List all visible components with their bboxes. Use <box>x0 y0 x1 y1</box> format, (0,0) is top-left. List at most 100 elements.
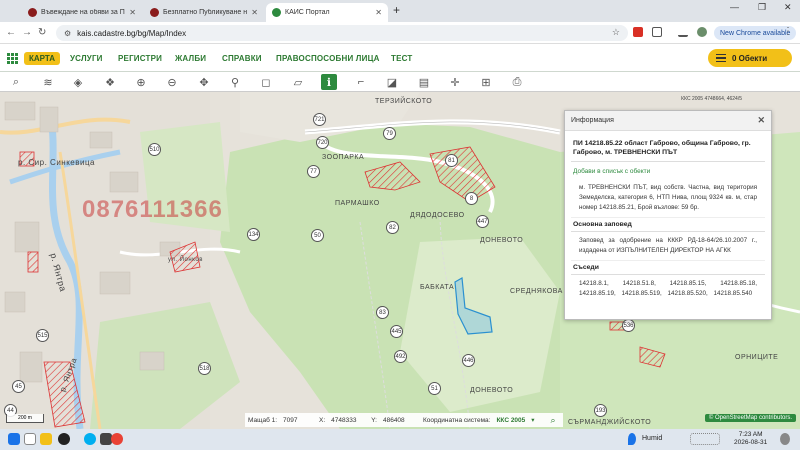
parcel-number: 82 <box>386 221 399 234</box>
select-area-icon[interactable]: ◻ <box>258 74 274 90</box>
extension-red-icon[interactable] <box>633 27 643 37</box>
url-text[interactable]: kais.cadastre.bg/bg/Map/Index <box>77 29 186 38</box>
parcel-description: м. ТРЕВНЕНСКИ ПЪТ, вид собств. Частна, в… <box>579 184 757 211</box>
layers-stack-icon[interactable]: ◈ <box>70 74 86 90</box>
menu-pravosposobni-litsa[interactable]: ПРАВОСПОСОБНИ ЛИЦА <box>276 54 380 63</box>
map-label: ДОНЕВОТО <box>470 387 514 394</box>
extensions-puzzle-icon[interactable] <box>652 27 662 37</box>
tab-kais-portal[interactable]: КАИС Портал ✕ <box>266 3 388 22</box>
measure-icon[interactable]: ⌐ <box>353 74 369 90</box>
parcel-number: 134 <box>247 228 260 241</box>
menu-uslugi[interactable]: УСЛУГИ <box>70 54 103 63</box>
close-icon[interactable]: ✕ <box>129 8 136 17</box>
browser-tab-bar: Въвеждане на обяви за Продажба ✕ Безплат… <box>0 0 800 22</box>
close-window-icon[interactable]: ✕ <box>784 2 792 13</box>
add-to-objects-link[interactable]: Добави в списък с обекти <box>571 162 765 179</box>
menu-test[interactable]: ТЕСТ <box>391 54 413 63</box>
kais-favicon-icon <box>272 8 281 17</box>
tab-title: Безплатно Публикуване на Обяви <box>163 9 248 16</box>
select-polygon-icon[interactable]: ▱ <box>290 74 306 90</box>
restore-window-icon[interactable]: ❐ <box>758 2 766 13</box>
map-label: ПАРМАШКО <box>335 200 380 207</box>
search-icon[interactable] <box>24 433 36 445</box>
site-info-icon[interactable]: ⚙ <box>64 29 71 38</box>
zoom-in-icon[interactable]: ⊕ <box>133 74 149 90</box>
address-bar-row: ← → ↻ ⚙ kais.cadastre.bg/bg/Map/Index ☆ … <box>0 22 800 44</box>
neighbours-heading: Съседи <box>571 260 765 275</box>
neighbours-list: 14218.8.1, 14218.51.8, 14218.85.15, 1421… <box>579 280 757 297</box>
parcel-number: 77 <box>307 165 320 178</box>
parcel-number: 45 <box>12 380 25 393</box>
karta-button[interactable]: КАРТА <box>24 52 61 65</box>
parcel-number: 193 <box>594 404 607 417</box>
info-panel: Информация ✕ ПИ 14218.85.22 област Габро… <box>564 110 772 320</box>
layers-icon[interactable]: ≋ <box>40 74 56 90</box>
chrome-icon[interactable] <box>111 433 123 445</box>
weather-label[interactable]: Humid <box>642 435 662 442</box>
menu-zhalbi[interactable]: ЖАЛБИ <box>175 54 206 63</box>
tab-obyavi-prodazhba[interactable]: Въвеждане на обяви за Продажба ✕ <box>22 3 142 22</box>
skype-icon[interactable] <box>84 433 96 445</box>
file-explorer-icon[interactable] <box>40 433 52 445</box>
forward-arrow-icon[interactable]: → <box>22 27 32 38</box>
windows-start-icon[interactable] <box>8 433 20 445</box>
profile-avatar-icon[interactable] <box>697 27 707 37</box>
map-book-icon[interactable]: ▤ <box>416 74 432 90</box>
download-icon[interactable] <box>678 27 688 37</box>
reload-icon[interactable]: ↻ <box>38 27 46 38</box>
media-player-icon[interactable] <box>58 433 70 445</box>
parcel-number: 515 <box>36 329 49 342</box>
info-icon[interactable]: ℹ <box>321 74 337 90</box>
map-canvas[interactable]: ТЕРЗИЙСКОТО ЗООПАРКА ПАРМАШКО ДЯДОДОСЕВО… <box>0 92 800 429</box>
new-tab-plus-icon[interactable]: + <box>393 3 400 17</box>
y-caption: Y: <box>371 416 377 424</box>
search-icon[interactable]: ⌕ <box>8 74 24 90</box>
clock-time: 7:23 AM <box>738 431 763 438</box>
measure-area-icon[interactable]: ◪ <box>384 74 400 90</box>
site-favicon-icon <box>28 8 37 17</box>
pan-icon[interactable]: ✥ <box>196 74 212 90</box>
crs-coordinates-readout: ККС 2005 4748664, 4624/5 <box>681 96 742 102</box>
osm-credit[interactable]: © OpenStreetMap contributors. <box>704 414 796 422</box>
zoom-out-icon[interactable]: ⊖ <box>164 74 180 90</box>
map-label: ДЯДОДОСЕВО <box>410 212 465 219</box>
crs-caption: Координатна система: <box>422 416 491 424</box>
menu-spravki[interactable]: СПРАВКИ <box>222 54 262 63</box>
close-icon[interactable]: ✕ <box>757 115 765 126</box>
parcel-number: 8 <box>465 192 478 205</box>
tab-bezplatno-obyavi[interactable]: Безплатно Публикуване на Обяви ✕ <box>144 3 264 22</box>
phone-watermark: 0876111366 <box>82 196 223 223</box>
apps-grid-icon[interactable] <box>7 53 18 64</box>
chevron-down-icon[interactable]: ▾ <box>531 416 534 424</box>
parcel-number: 51 <box>428 382 441 395</box>
crs-select[interactable]: ККС 2005 <box>496 417 525 424</box>
crosshair-icon[interactable]: ✛ <box>447 74 463 90</box>
print-icon[interactable]: ⎙ <box>509 74 525 90</box>
tab-title: КАИС Портал <box>285 9 330 16</box>
map-toolbar: ⌕ ≋ ◈ ❖ ⊕ ⊖ ✥ ⚲ ◻ ▱ ℹ ⌐ ◪ ▤ ✛ ⊞ ⎙ <box>0 72 800 92</box>
system-tray-icon[interactable] <box>690 433 720 445</box>
browser-menu-dots-icon[interactable]: ⋮ <box>783 26 793 37</box>
search-icon[interactable]: ⌕ <box>551 415 556 426</box>
weather-drop-icon[interactable] <box>628 433 636 445</box>
taskbar-clock[interactable]: 7:23 AM 2026-08-31 <box>734 431 767 447</box>
bookmark-star-icon[interactable]: ☆ <box>612 27 620 38</box>
parcel-number: 83 <box>376 306 389 319</box>
map-label: ДОНЕВОТО <box>480 237 524 244</box>
close-icon[interactable]: ✕ <box>375 8 382 17</box>
minimize-window-icon[interactable]: — <box>730 2 739 12</box>
layers-stack-icon[interactable]: ❖ <box>102 74 118 90</box>
map-label: ТЕРЗИЙСКОТО <box>375 98 433 105</box>
parcel-number: 81 <box>445 154 458 167</box>
tab-title: Въвеждане на обяви за Продажба <box>41 9 125 16</box>
objects-cart-button[interactable]: 0 Обекти <box>708 49 792 67</box>
back-arrow-icon[interactable]: ← <box>6 27 16 38</box>
menu-registri[interactable]: РЕГИСТРИ <box>118 54 162 63</box>
map-label: ОРНИЦИТЕ <box>735 354 779 361</box>
location-pin-icon[interactable]: ⚲ <box>227 74 243 90</box>
notification-bell-icon[interactable] <box>780 433 790 445</box>
close-icon[interactable]: ✕ <box>251 8 258 17</box>
url-omnibox[interactable]: ⚙ kais.cadastre.bg/bg/Map/Index ☆ <box>56 25 628 41</box>
split-view-icon[interactable]: ⊞ <box>478 74 494 90</box>
scale-value[interactable]: 7097 <box>283 417 313 424</box>
